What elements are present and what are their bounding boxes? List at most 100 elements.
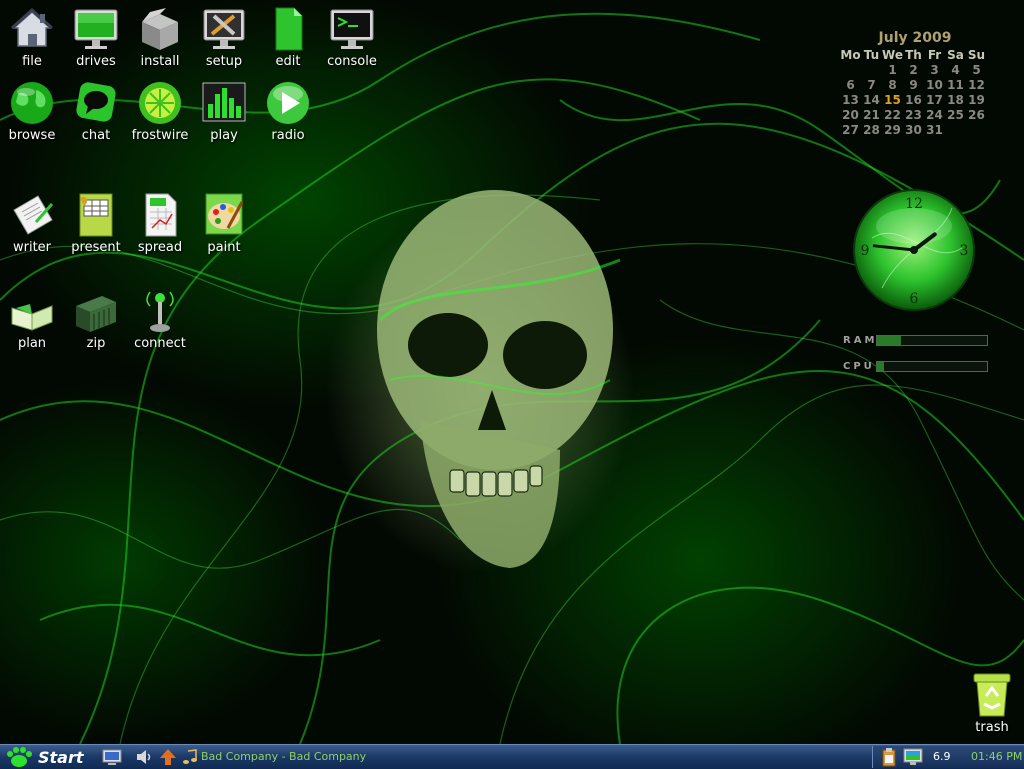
clock-numeral-6: 6 [910,291,919,307]
desktop-icon-label: plan [17,336,47,351]
network-monitor-icon[interactable] [903,747,923,767]
start-label: Start [38,747,84,767]
taskbar-clock-time[interactable]: 01:46 PM [971,750,1022,763]
volume-icon[interactable] [134,747,154,767]
clock-numeral-3: 3 [960,243,969,259]
start-button[interactable]: Start [4,746,84,768]
clipboard-icon[interactable] [879,747,899,767]
desktop-icon-label: spread [137,240,183,255]
task-title: Bad Company - Bad Company [201,750,367,763]
calendar-day[interactable]: 3 [924,63,945,77]
system-tray: 6.9 01:46 PM [872,746,1024,768]
calendar-day[interactable]: 18 [945,93,966,107]
play-circle-icon [267,82,309,124]
desktop-icon-plan[interactable]: plan [0,288,64,351]
desktop-icon-browse[interactable]: browse [0,80,64,143]
calendar-weekday-header: Sa [947,48,964,62]
calendar-day[interactable]: 22 [882,108,903,122]
calendar-day[interactable]: 8 [882,78,903,92]
calendar-day[interactable]: 31 [924,123,945,137]
calendar-day [861,63,882,77]
calendar-weekday-header: Tu [863,48,880,62]
update-arrow-icon[interactable] [158,747,178,767]
clock-numeral-9: 9 [861,243,870,259]
cpu-bar-fill [877,362,884,371]
desktop-icon-console[interactable]: console [320,6,384,69]
calendar-day[interactable]: 6 [840,78,861,92]
terminal-icon [330,9,374,49]
desktop-icon-paint[interactable]: paint [192,192,256,255]
desktop-icon-writer[interactable]: writer [0,192,64,255]
desktop-icon-connect[interactable]: connect [128,288,192,351]
calendar-day[interactable]: 9 [903,78,924,92]
desktop-icon-drives[interactable]: drives [64,6,128,69]
calendar-day [840,63,861,77]
calendar-day [945,123,966,137]
chat-bubble-icon [76,82,116,122]
calendar-day[interactable]: 30 [903,123,924,137]
desktop-icon-play[interactable]: play [192,80,256,143]
writer-document-icon [13,195,54,235]
calendar-day[interactable]: 17 [924,93,945,107]
calendar-day[interactable]: 11 [945,78,966,92]
desktop-icon-file[interactable]: file [0,6,64,69]
calendar-day[interactable]: 26 [966,108,987,122]
music-note-icon [183,749,197,764]
desktop-icon-edit[interactable]: edit [256,6,320,69]
calendar-day[interactable]: 25 [945,108,966,122]
desktop-icon-chat[interactable]: chat [64,80,128,143]
calendar-day[interactable]: 14 [861,93,882,107]
desktop-icon-zip[interactable]: zip [64,288,128,351]
calendar-day[interactable]: 27 [840,123,861,137]
cpu-meter: CPU [843,361,988,372]
calendar-day[interactable]: 2 [903,63,924,77]
calendar-weekday-header: Th [905,48,922,62]
desktop-icon-label: zip [86,336,106,351]
calendar-day[interactable]: 23 [903,108,924,122]
antenna-icon [146,291,174,332]
calendar-day[interactable]: 28 [861,123,882,137]
calendar-weekday-header: Su [967,48,986,62]
calendar-day[interactable]: 29 [882,123,903,137]
desktop-icon-label: frostwire [131,128,189,143]
archive-container-icon [76,296,116,332]
taskbar: Start Bad Company - Bad Company 6.9 01:4… [0,744,1024,769]
presentation-icon [79,193,113,237]
calendar-day[interactable]: 24 [924,108,945,122]
calendar-day[interactable]: 21 [861,108,882,122]
calendar-day[interactable]: 16 [903,93,924,107]
calendar-day[interactable]: 4 [945,63,966,77]
monitor-icon [74,9,118,49]
analog-clock-widget: 12 3 6 9 [853,189,975,311]
calendar-day [966,123,987,137]
desktop-icon-install[interactable]: install [128,6,192,69]
calendar-day[interactable]: 5 [966,63,987,77]
desktop-icon-trash[interactable]: trash [960,672,1024,735]
text-document-icon [275,7,303,51]
calendar-grid: Mo Tu We Th Fr Sa Su 1 2 3 4 5 6 7 8 9 10 11 12 13 14 15 16 17 1… [840,48,990,137]
calendar-day[interactable]: 1 [882,63,903,77]
desktop-icon-present[interactable]: present [64,192,128,255]
calendar-day[interactable]: 7 [861,78,882,92]
calendar-day[interactable]: 13 [840,93,861,107]
calendar-day-today[interactable]: 15 [882,93,903,107]
desktop-icon-radio[interactable]: radio [256,80,320,143]
desktop-icon-setup[interactable]: setup [192,6,256,69]
taskbar-task-button[interactable]: Bad Company - Bad Company [182,747,862,767]
show-desktop-icon[interactable] [102,747,122,767]
calendar-day[interactable]: 12 [966,78,987,92]
calendar-day[interactable]: 19 [966,93,987,107]
calendar-day[interactable]: 20 [840,108,861,122]
cpu-bar [876,361,988,372]
calendar-month-title: July 2009 [878,30,952,46]
desktop-icon-spread[interactable]: spread [128,192,192,255]
desktop-icon-frostwire[interactable]: frostwire [128,80,192,143]
desktop-icon-label: radio [271,128,305,143]
calendar-day[interactable]: 10 [924,78,945,92]
ram-meter: RAM [843,335,988,346]
desktop-icon-label: present [71,240,121,255]
desktop-icon-label: connect [134,336,186,351]
desktop-icon-label: paint [207,240,241,255]
calendar-weekday-header: Fr [927,48,942,62]
globe-icon [11,82,53,124]
